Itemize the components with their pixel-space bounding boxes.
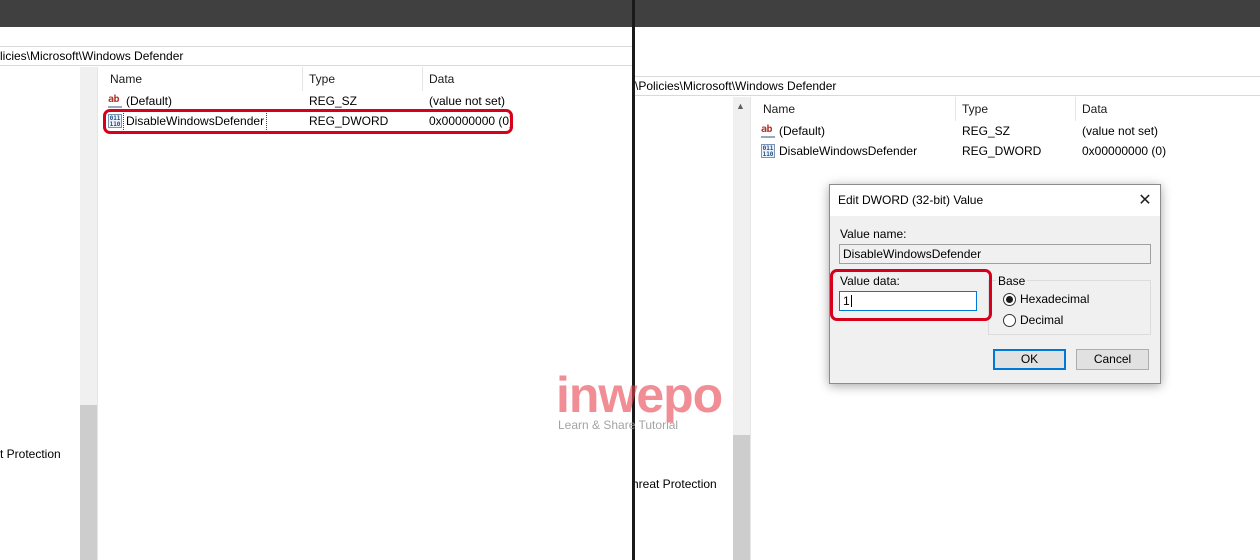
scroll-up-arrow-icon[interactable]: ▲ <box>736 101 745 111</box>
right-scrollbar-thumb[interactable] <box>733 435 750 560</box>
base-groupbox <box>988 280 1151 335</box>
left-tree-item[interactable]: t Protection <box>0 447 61 461</box>
ok-button[interactable]: OK <box>993 349 1066 370</box>
decimal-radio[interactable] <box>1003 314 1016 327</box>
value-data: 0x00000000 (0) <box>1082 144 1167 158</box>
value-data: (value not set) <box>429 94 506 108</box>
base-label: Base <box>996 274 1028 288</box>
binary-value-icon: 011 110 <box>761 144 775 158</box>
left-registry-editor: licies\Microsoft\Windows Defender t Prot… <box>0 0 632 560</box>
value-name-label: Value name: <box>840 227 907 241</box>
left-col-type[interactable]: Type <box>303 67 335 91</box>
left-address-bar[interactable]: licies\Microsoft\Windows Defender <box>0 46 632 66</box>
cancel-button[interactable]: Cancel <box>1076 349 1149 370</box>
right-tree-scrollbar[interactable]: ▲ <box>733 97 750 560</box>
dialog-title-bar[interactable]: Edit DWORD (32-bit) Value <box>830 185 1160 216</box>
value-type: REG_SZ <box>309 94 358 108</box>
right-col-data[interactable]: Data <box>1076 97 1107 121</box>
left-col-data[interactable]: Data <box>423 67 454 91</box>
left-values-list[interactable]: Name Type Data ab (Default) REG_SZ (valu… <box>102 67 632 560</box>
left-address-path: licies\Microsoft\Windows Defender <box>0 49 184 63</box>
right-list-header: Name Type Data <box>755 97 1260 121</box>
right-row-disablewindowsdefender[interactable]: 011 110 DisableWindowsDefender REG_DWORD … <box>755 141 1260 161</box>
right-col-name[interactable]: Name <box>757 97 795 121</box>
left-title-bar <box>0 0 632 27</box>
value-type: REG_DWORD <box>962 144 1042 158</box>
right-address-path: \Policies\Microsoft\Windows Defender <box>635 79 837 93</box>
right-menu-band <box>635 27 1260 76</box>
left-key-tree[interactable]: t Protection <box>0 67 80 560</box>
dialog-title: Edit DWORD (32-bit) Value <box>838 193 984 207</box>
highlight-outline-value-data <box>830 269 992 321</box>
close-icon[interactable]: ✕ <box>1130 185 1160 216</box>
highlight-outline-row <box>103 109 513 134</box>
value-name-text: DisableWindowsDefender <box>843 247 982 261</box>
decimal-label[interactable]: Decimal <box>1020 313 1063 327</box>
left-col-name[interactable]: Name <box>104 67 142 91</box>
left-row-default[interactable]: ab (Default) REG_SZ (value not set) <box>102 91 632 111</box>
left-list-header: Name Type Data <box>102 67 632 91</box>
right-tree-item[interactable]: hreat Protection <box>635 477 717 491</box>
value-name: (Default) <box>779 124 826 138</box>
right-col-type[interactable]: Type <box>956 97 988 121</box>
string-value-icon: ab <box>761 124 775 138</box>
value-name: (Default) <box>126 94 173 108</box>
value-name: DisableWindowsDefender <box>779 144 918 158</box>
hexadecimal-radio[interactable] <box>1003 293 1016 306</box>
radio-selected-dot <box>1006 296 1013 303</box>
left-menu-band <box>0 27 632 46</box>
right-title-bar <box>635 0 1260 27</box>
value-name-field[interactable]: DisableWindowsDefender <box>839 244 1151 264</box>
left-splitter[interactable] <box>97 67 101 560</box>
left-scrollbar-thumb[interactable] <box>80 405 97 560</box>
right-key-tree[interactable]: hreat Protection <box>635 97 733 560</box>
string-value-icon: ab <box>108 94 122 108</box>
right-address-bar[interactable]: \Policies\Microsoft\Windows Defender <box>635 76 1260 96</box>
value-type: REG_SZ <box>962 124 1011 138</box>
hexadecimal-label[interactable]: Hexadecimal <box>1020 292 1089 306</box>
left-tree-scrollbar[interactable] <box>80 67 97 560</box>
value-data: (value not set) <box>1082 124 1159 138</box>
right-row-default[interactable]: ab (Default) REG_SZ (value not set) <box>755 121 1260 141</box>
